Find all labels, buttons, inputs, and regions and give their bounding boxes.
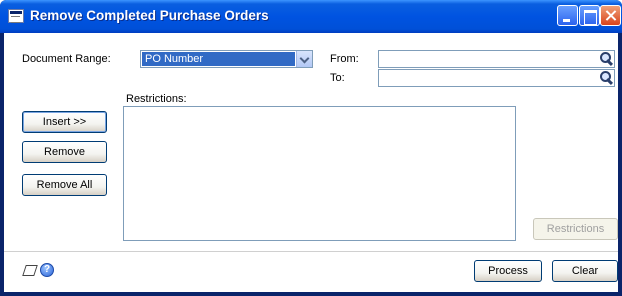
from-field[interactable] <box>378 50 615 68</box>
process-button[interactable]: Process <box>474 260 542 282</box>
clear-button[interactable]: Clear <box>552 260 618 282</box>
window: Remove Completed Purchase Orders Documen… <box>0 0 622 296</box>
restrictions-label: Restrictions: <box>126 93 187 105</box>
from-label: From: <box>330 53 359 65</box>
remove-button[interactable]: Remove <box>22 141 107 163</box>
window-title: Remove Completed Purchase Orders <box>30 8 269 23</box>
note-icon[interactable] <box>22 263 36 277</box>
app-window-icon[interactable] <box>8 9 24 23</box>
maximize-icon[interactable] <box>579 5 600 26</box>
divider <box>4 251 618 252</box>
help-icon[interactable]: ? <box>40 263 54 277</box>
chevron-down-icon[interactable] <box>296 51 312 67</box>
restrictions-list[interactable] <box>123 106 516 241</box>
document-range-value[interactable]: PO Number <box>142 52 295 66</box>
restrictions-button[interactable]: Restrictions <box>533 218 618 240</box>
insert-button[interactable]: Insert >> <box>22 111 107 133</box>
to-field[interactable] <box>378 69 615 87</box>
minimize-icon[interactable] <box>557 5 578 26</box>
title-bar[interactable]: Remove Completed Purchase Orders <box>0 0 622 33</box>
lookup-icon[interactable] <box>599 71 613 85</box>
to-label: To: <box>330 72 345 84</box>
remove-all-button[interactable]: Remove All <box>22 174 107 196</box>
document-range-label: Document Range: <box>22 53 111 65</box>
lookup-icon[interactable] <box>599 52 613 66</box>
close-icon[interactable] <box>600 5 621 26</box>
document-range-select[interactable]: PO Number <box>140 50 313 68</box>
